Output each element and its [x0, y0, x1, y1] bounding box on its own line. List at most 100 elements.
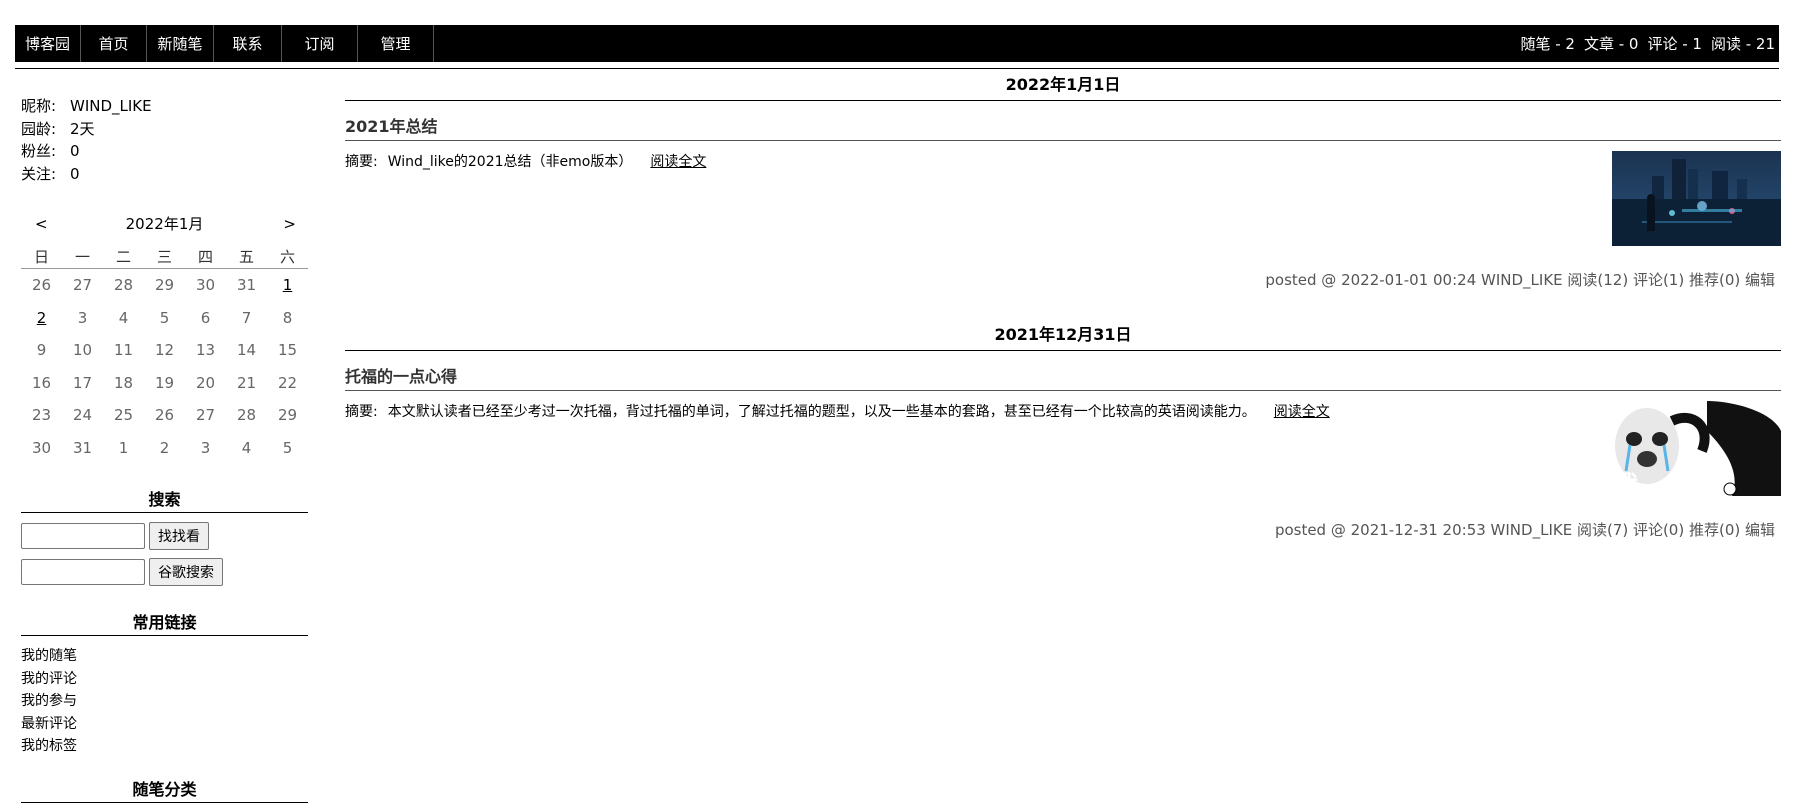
- stat-articles: 文章 - 0: [1583, 35, 1639, 53]
- post-footer: posted @ 2022-01-01 00:24 WIND_LIKE 阅读(1…: [1265, 271, 1775, 289]
- calendar-day: 8: [282, 308, 293, 327]
- calendar-weekday: 六: [267, 244, 308, 269]
- profile-following: 关注: 0: [21, 163, 308, 186]
- summary-label: 摘要:: [345, 154, 378, 170]
- calendar-day: 31: [236, 276, 257, 295]
- top-nav-bar: 博客园 首页 新随笔 联系 订阅 管理 随笔 - 2 文章 - 0 评论 - 1…: [15, 25, 1779, 62]
- nav-contact[interactable]: 联系: [214, 25, 282, 62]
- calendar-day: 29: [277, 406, 298, 425]
- calendar-next-button[interactable]: >: [283, 213, 296, 235]
- link-my-tags[interactable]: 我的标签: [21, 735, 77, 758]
- calendar-day: 2: [159, 438, 170, 457]
- nav-menu: 博客园 首页 新随笔 联系 订阅 管理: [15, 25, 1779, 62]
- nav-cnblogs[interactable]: 博客园: [15, 25, 81, 62]
- post-footer: posted @ 2021-12-31 20:53 WIND_LIKE 阅读(7…: [1274, 521, 1775, 539]
- categories-title: 随笔分类: [21, 776, 308, 803]
- calendar-month: 2022年1月: [125, 215, 204, 233]
- calendar-day: 11: [113, 341, 134, 360]
- day-date: 2022年1月1日: [345, 70, 1781, 101]
- calendar-prev-button[interactable]: <: [35, 213, 48, 235]
- calendar-weekday: 一: [62, 244, 103, 269]
- google-search-input[interactable]: [21, 559, 145, 585]
- read-more-link[interactable]: 阅读全文: [650, 154, 706, 170]
- calendar-week: 16 17 18 19 20 21 22: [21, 367, 308, 400]
- post-title[interactable]: 2021年总结: [345, 113, 1781, 141]
- nav-home[interactable]: 首页: [81, 25, 147, 62]
- calendar-day: 24: [72, 406, 93, 425]
- google-search-row: 谷歌搜索: [21, 558, 223, 586]
- post-title[interactable]: 托福的一点心得: [345, 363, 1781, 391]
- nav-subscribe[interactable]: 订阅: [282, 25, 358, 62]
- calendar-day: 14: [236, 341, 257, 360]
- summary-text: 本文默认读者已经至少考过一次托福，背过托福的单词，了解过托福的题型，以及一些基本…: [387, 404, 1256, 420]
- profile-followers: 粉丝: 0: [21, 140, 308, 163]
- calendar-day: 10: [72, 341, 93, 360]
- profile-value[interactable]: 0: [70, 142, 80, 160]
- calendar-day: 15: [277, 341, 298, 360]
- link-latest-comments[interactable]: 最新评论: [21, 713, 77, 736]
- profile-value[interactable]: 0: [70, 165, 80, 183]
- blog-stats: 随笔 - 2 文章 - 0 评论 - 1 阅读 - 21: [1520, 25, 1775, 62]
- calendar-week: 23 24 25 26 27 28 29: [21, 399, 308, 432]
- cityscape-image: [1612, 151, 1781, 246]
- calendar-day: 6: [200, 308, 211, 327]
- calendar-week: 26 27 28 29 30 31 1: [21, 269, 308, 302]
- google-search-button[interactable]: 谷歌搜索: [149, 558, 223, 586]
- link-my-posts[interactable]: 我的随笔: [21, 645, 77, 668]
- calendar-day: 31: [72, 438, 93, 457]
- nav-admin[interactable]: 管理: [358, 25, 434, 62]
- calendar-day: 13: [195, 341, 216, 360]
- calendar-week: 23 4 5 6 7 8: [21, 302, 308, 335]
- calendar-day: 5: [159, 308, 170, 327]
- calendar-day: 30: [31, 438, 52, 457]
- stat-reads: 阅读 - 21: [1710, 35, 1775, 53]
- calendar-day: 4: [241, 438, 252, 457]
- nav-new-post[interactable]: 新随笔: [147, 25, 214, 62]
- day-date: 2021年12月31日: [345, 320, 1781, 351]
- link-my-comments[interactable]: 我的评论: [21, 668, 77, 691]
- calendar-day: 12: [154, 341, 175, 360]
- calendar-day: 26: [31, 276, 52, 295]
- calendar-day: 20: [195, 373, 216, 392]
- profile-label: 园龄:: [21, 119, 57, 138]
- calendar: < 2022年1月 > 日一二三四五六 26 27 28 29 30 31 1 2 3 4 5 6 7 8…: [21, 213, 308, 464]
- stat-posts: 随笔 - 2: [1520, 35, 1575, 53]
- summary-text: Wind_like的2021总结（非emo版本）: [387, 154, 633, 170]
- calendar-day[interactable]: 1: [267, 269, 308, 302]
- search-row: 找找看: [21, 522, 209, 550]
- stat-comments: 评论 - 1: [1647, 35, 1702, 53]
- search-input[interactable]: [21, 523, 145, 549]
- calendar-day: 21: [236, 373, 257, 392]
- summary-label: 摘要:: [345, 404, 378, 420]
- search-title: 搜索: [21, 486, 308, 513]
- header-divider: [15, 68, 1779, 69]
- calendar-weekday: 日: [21, 244, 62, 269]
- calendar-day: 29: [154, 276, 175, 295]
- calendar-day: 25: [113, 406, 134, 425]
- post-thumbnail[interactable]: 我: [1612, 401, 1781, 496]
- link-my-participation[interactable]: 我的参与: [21, 690, 77, 713]
- profile-nickname: 昵称: WIND_LIKE: [21, 95, 308, 118]
- read-more-link[interactable]: 阅读全文: [1274, 404, 1330, 420]
- profile-value[interactable]: 2天: [70, 120, 95, 138]
- calendar-day: 26: [154, 406, 175, 425]
- post-summary: 摘要: Wind_like的2021总结（非emo版本） 阅读全文: [345, 151, 1781, 251]
- calendar-day: 7: [241, 308, 252, 327]
- sidebar: 昵称: WIND_LIKE 园龄: 2天 粉丝: 0 关注: 0 < 2022年1月 >…: [21, 95, 308, 803]
- calendar-day: 28: [236, 406, 257, 425]
- profile-value[interactable]: WIND_LIKE: [70, 97, 152, 115]
- post-thumbnail[interactable]: [1612, 151, 1781, 246]
- calendar-day: 1: [118, 438, 129, 457]
- calendar-day: 27: [195, 406, 216, 425]
- links-title: 常用链接: [21, 609, 308, 636]
- calendar-day: 22: [277, 373, 298, 392]
- profile-info: 昵称: WIND_LIKE 园龄: 2天 粉丝: 0 关注: 0: [21, 95, 308, 185]
- day-block: 2022年1月1日 2021年总结 摘要: Wind_like的2021总结（非e…: [345, 70, 1781, 290]
- post-summary: 摘要: 本文默认读者已经至少考过一次托福，背过托福的单词，了解过托福的题型，以及一…: [345, 401, 1781, 501]
- calendar-day[interactable]: 2: [21, 302, 62, 335]
- calendar-day: 19: [154, 373, 175, 392]
- panda-meme-image: 我: [1612, 401, 1781, 496]
- search-button[interactable]: 找找看: [149, 522, 209, 550]
- calendar-header: < 2022年1月 >: [21, 213, 308, 235]
- profile-label: 粉丝:: [21, 142, 57, 160]
